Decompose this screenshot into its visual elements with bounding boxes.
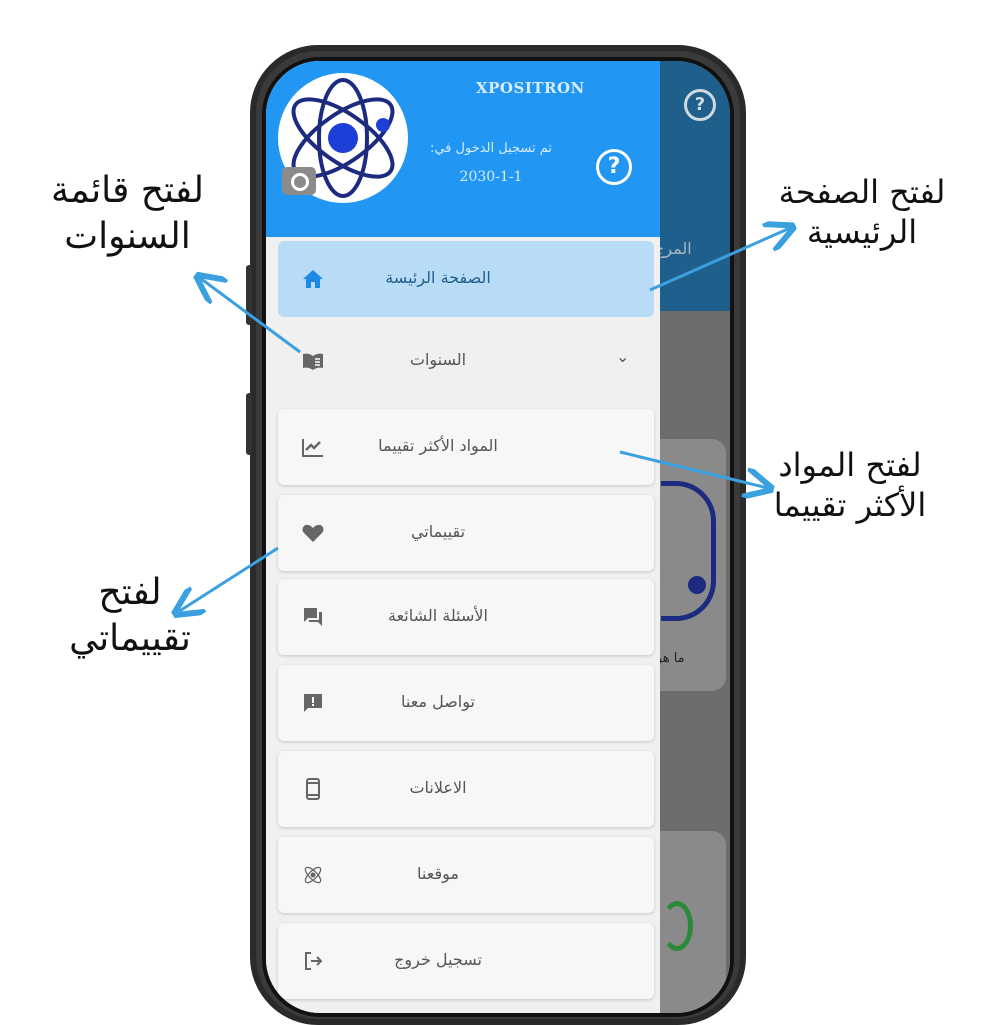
arrow-home bbox=[649, 228, 790, 292]
annotation-arrows bbox=[0, 0, 1000, 1000]
arrow-top-rated bbox=[619, 450, 768, 488]
arrow-years bbox=[200, 278, 301, 354]
arrow-my-ratings bbox=[178, 546, 279, 612]
